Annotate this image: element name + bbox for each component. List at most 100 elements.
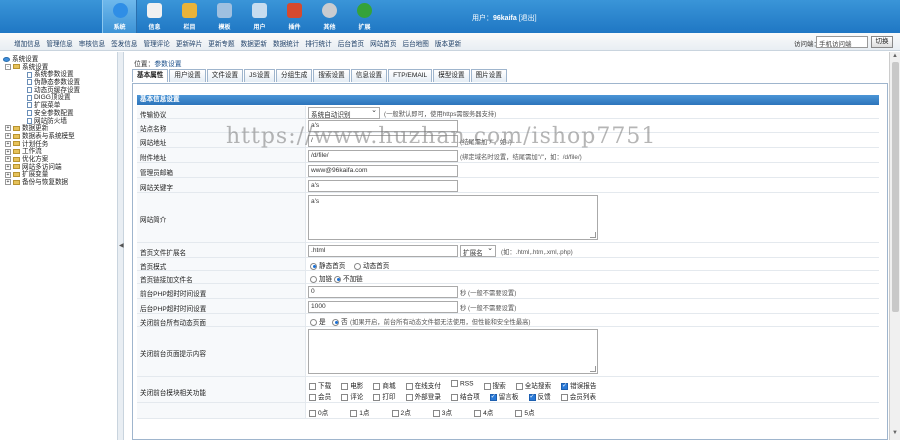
- checkbox-option[interactable]: 评论: [341, 391, 363, 401]
- checkbox-option[interactable]: 1点: [350, 407, 370, 417]
- expand-icon[interactable]: +: [5, 148, 11, 155]
- menu-item[interactable]: 审核信息: [79, 38, 105, 48]
- tree-item[interactable]: 安全参数配置: [3, 110, 80, 118]
- scroll-thumb[interactable]: [892, 62, 899, 312]
- checkbox[interactable]: [309, 409, 316, 417]
- checkbox-option[interactable]: 留言板: [489, 391, 519, 401]
- menu-item[interactable]: 签发信息: [111, 38, 137, 48]
- close-tip-textarea[interactable]: [308, 329, 598, 374]
- index-mode-static-radio[interactable]: 静态首页: [310, 260, 345, 270]
- expand-icon[interactable]: +: [5, 156, 11, 163]
- expand-icon[interactable]: +: [5, 163, 11, 170]
- menu-item[interactable]: 管理信息: [46, 38, 72, 48]
- radio-dot[interactable]: [310, 318, 317, 326]
- tree-item[interactable]: DIGG顶设置: [3, 94, 80, 102]
- checkbox-option[interactable]: 错误报告: [561, 380, 596, 390]
- intro-textarea[interactable]: a's: [308, 195, 598, 240]
- protocol-select[interactable]: 系统自动识别: [308, 106, 380, 119]
- checkbox[interactable]: [341, 382, 349, 390]
- switch-button[interactable]: 切换: [871, 36, 893, 48]
- settings-tab[interactable]: 文件设置: [206, 69, 244, 82]
- tree-item[interactable]: + 扩展变量: [3, 171, 80, 179]
- checkbox-option[interactable]: 全站搜索: [515, 380, 551, 390]
- site-name-input[interactable]: a's: [308, 120, 458, 132]
- checkbox[interactable]: [391, 409, 399, 417]
- settings-tab[interactable]: 基本属性: [132, 69, 169, 82]
- site-url-input[interactable]: /: [308, 135, 458, 147]
- settings-tab[interactable]: 信息设置: [350, 69, 388, 82]
- close-dynamic-yes-radio[interactable]: 是: [310, 316, 326, 326]
- checkbox[interactable]: [450, 393, 458, 401]
- checkbox-option[interactable]: 电影: [341, 380, 363, 390]
- settings-tab[interactable]: 图片设置: [470, 69, 507, 82]
- index-ext-select[interactable]: 扩展名: [460, 244, 496, 257]
- menu-item[interactable]: 数据更新: [241, 38, 267, 48]
- checkbox[interactable]: [405, 382, 413, 390]
- top-nav-item[interactable]: 其他: [312, 0, 347, 33]
- logout-link[interactable]: [退出]: [519, 15, 537, 22]
- expand-icon[interactable]: +: [5, 179, 11, 186]
- index-name-noadd-radio[interactable]: 不加链: [334, 273, 363, 283]
- index-ext-input[interactable]: .html: [308, 245, 458, 257]
- checkbox-option[interactable]: 2点: [391, 407, 411, 417]
- checkbox-option[interactable]: 会员: [309, 391, 331, 401]
- settings-tab[interactable]: FTP/EMAIL: [388, 69, 433, 82]
- checkbox-option[interactable]: 搜索: [483, 380, 506, 390]
- settings-tab[interactable]: JS设置: [244, 69, 276, 82]
- checkbox[interactable]: [350, 409, 358, 417]
- top-nav-item[interactable]: 模板: [207, 0, 242, 33]
- checkbox[interactable]: [528, 393, 536, 401]
- top-nav-item[interactable]: 信息: [137, 0, 172, 33]
- expand-icon[interactable]: +: [5, 125, 11, 132]
- menu-item[interactable]: 更新碎片: [176, 38, 202, 48]
- checkbox-option[interactable]: 外部登录: [405, 391, 441, 401]
- page-scrollbar[interactable]: ▲ ▼: [889, 52, 900, 440]
- checkbox[interactable]: [341, 393, 349, 401]
- visit-select[interactable]: 手机访问端: [816, 36, 868, 48]
- top-nav-item[interactable]: 系统: [102, 0, 137, 33]
- tree-item[interactable]: + 数据表与系统模型: [3, 133, 80, 141]
- tree-item[interactable]: 伪静态参数设置: [3, 79, 80, 87]
- index-mode-dynamic-radio[interactable]: 动态首页: [354, 260, 389, 270]
- checkbox[interactable]: [405, 393, 413, 401]
- top-nav-item[interactable]: 栏目: [172, 0, 207, 33]
- collapse-icon[interactable]: -: [5, 63, 11, 70]
- expand-icon[interactable]: +: [5, 140, 11, 147]
- top-nav-item[interactable]: 扩展: [347, 0, 382, 33]
- checkbox[interactable]: [432, 409, 440, 417]
- menu-item[interactable]: 增加信息: [14, 38, 40, 48]
- close-dynamic-no-radio[interactable]: 否: [332, 316, 348, 326]
- expand-icon[interactable]: +: [5, 171, 11, 178]
- radio-dot[interactable]: [310, 262, 317, 270]
- checkbox[interactable]: [373, 382, 381, 390]
- menu-item[interactable]: 版本更新: [435, 38, 461, 48]
- settings-tab[interactable]: 模型设置: [433, 69, 470, 82]
- menu-item[interactable]: 更新专题: [208, 38, 234, 48]
- back-php-time-input[interactable]: 1000: [308, 301, 458, 313]
- menu-item[interactable]: 后台地图: [403, 38, 429, 48]
- settings-tab[interactable]: 分组生成: [276, 69, 313, 82]
- checkbox[interactable]: [515, 382, 523, 390]
- checkbox-option[interactable]: 下载: [309, 380, 331, 390]
- checkbox[interactable]: [309, 393, 316, 401]
- checkbox-option[interactable]: 反馈: [528, 391, 551, 401]
- tree-item[interactable]: + 数据更新: [3, 125, 80, 133]
- checkbox[interactable]: [560, 393, 568, 401]
- user-name[interactable]: 96kaifa: [493, 15, 517, 22]
- checkbox-option[interactable]: 5点: [515, 407, 535, 417]
- checkbox-option[interactable]: 会员列表: [560, 391, 596, 401]
- menu-item[interactable]: 网站首页: [370, 38, 396, 48]
- collapse-arrow-icon[interactable]: ◀: [119, 242, 124, 249]
- checkbox-option[interactable]: 3点: [432, 407, 452, 417]
- checkbox-option[interactable]: 结合项: [450, 391, 480, 401]
- index-name-add-radio[interactable]: 加链: [310, 273, 332, 283]
- top-nav-item[interactable]: 插件: [277, 0, 312, 33]
- checkbox[interactable]: [561, 382, 569, 390]
- scroll-down-icon[interactable]: ▼: [892, 430, 898, 436]
- settings-tab[interactable]: 搜索设置: [313, 69, 350, 82]
- menu-item[interactable]: 数据统计: [273, 38, 299, 48]
- checkbox-option[interactable]: 在线支付: [405, 380, 441, 390]
- scroll-up-icon[interactable]: ▲: [892, 53, 898, 59]
- checkbox[interactable]: [474, 409, 482, 417]
- tree-item[interactable]: 扩展菜单: [3, 102, 80, 110]
